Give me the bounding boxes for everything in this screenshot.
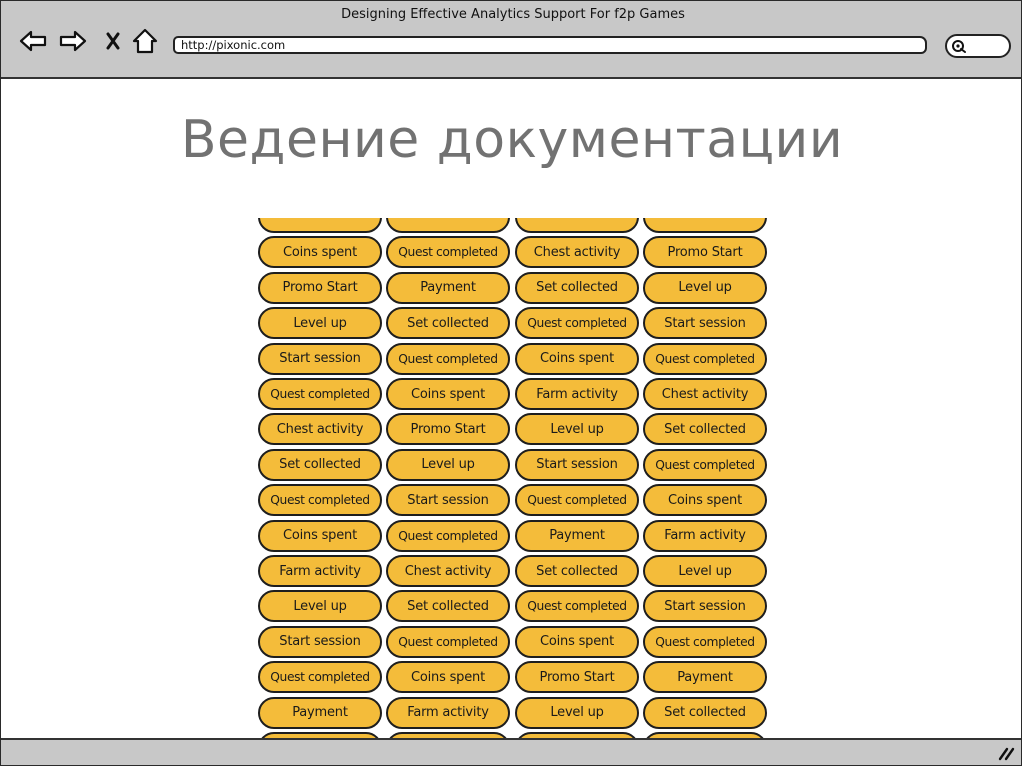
left-arrow-icon: [19, 30, 47, 52]
event-pill: Quest completed: [386, 236, 510, 269]
event-pill: Start session: [515, 448, 639, 481]
event-pill: Start session: [258, 625, 382, 658]
event-pill: Chest activity: [643, 378, 767, 410]
event-pill: Promo Start: [258, 271, 382, 304]
event-pill: Quest completed: [258, 484, 382, 517]
event-pill: Chest activity: [386, 555, 510, 587]
event-pill: Level up: [643, 555, 767, 587]
event-pill: Coins spent: [643, 484, 767, 517]
event-pill: Quest completed: [643, 625, 767, 658]
event-pill: Set collected: [386, 307, 510, 340]
event-pill: Coins spent: [258, 236, 382, 269]
browser-toolbar: Designing Effective Analytics Support Fo…: [1, 1, 1021, 79]
home-button[interactable]: [129, 26, 161, 56]
event-pill: Set collected: [515, 555, 639, 587]
home-icon: [132, 28, 158, 54]
event-pill: Quest completed: [386, 342, 510, 375]
event-pill: Set collected: [258, 448, 382, 481]
event-pill: Farm activity: [386, 696, 510, 729]
event-pill: Coins spent: [386, 661, 510, 694]
close-icon: [106, 32, 120, 50]
event-pill: Chest activity: [258, 413, 382, 446]
event-pill: Quest completed: [515, 484, 639, 517]
event-pill: [643, 218, 767, 233]
back-button[interactable]: [17, 26, 49, 56]
event-pill: Level up: [386, 448, 510, 481]
event-pill: Quest completed: [643, 342, 767, 375]
event-pill: Level up: [258, 307, 382, 340]
event-pill: Coins spent: [258, 519, 382, 552]
event-pill: Set collected: [386, 590, 510, 623]
event-pill: Farm activity: [515, 378, 639, 410]
event-pill: Payment: [515, 519, 639, 552]
event-pill: Quest completed: [515, 307, 639, 340]
event-pill: Level up: [515, 413, 639, 446]
event-pill: [515, 218, 639, 233]
event-pill: Start session: [643, 307, 767, 340]
window-title: Designing Effective Analytics Support Fo…: [341, 7, 685, 22]
event-pill: Farm activity: [643, 519, 767, 552]
forward-button[interactable]: [57, 26, 89, 56]
event-pill: Start session: [386, 484, 510, 517]
event-pill: Quest completed: [643, 448, 767, 481]
event-pill: Set collected: [643, 696, 767, 729]
event-pill: Set collected: [515, 271, 639, 304]
event-grid: Coins spent Quest completed Chest activity…: [256, 218, 772, 738]
event-pill: Quest completed: [515, 590, 639, 623]
right-arrow-icon: [59, 30, 87, 52]
event-pill: [386, 218, 510, 233]
event-pill: Payment: [643, 661, 767, 694]
search-icon: [952, 40, 966, 53]
event-pill: Start session: [643, 590, 767, 623]
resize-grip-icon[interactable]: [997, 745, 1015, 761]
event-pill: Promo Start: [515, 661, 639, 694]
event-pill: Coins spent: [515, 625, 639, 658]
event-pill: Level up: [515, 696, 639, 729]
event-pill: Chest activity: [515, 236, 639, 269]
event-pill: Start session: [258, 342, 382, 375]
event-pill: Payment: [258, 696, 382, 729]
event-pill: Level up: [643, 271, 767, 304]
event-pill: Set collected: [643, 413, 767, 446]
event-pill: Payment: [386, 271, 510, 304]
event-pill: Promo Start: [643, 236, 767, 269]
browser-status-bar: [1, 738, 1021, 765]
event-pill: Farm activity: [258, 555, 382, 587]
event-pill: Promo Start: [386, 413, 510, 446]
event-pill: Quest completed: [258, 378, 382, 410]
event-pill: Quest completed: [386, 519, 510, 552]
address-bar[interactable]: http://pixonic.com: [173, 36, 927, 54]
event-pill: Quest completed: [258, 661, 382, 694]
slide-title: Ведение документации: [180, 110, 844, 170]
stop-button[interactable]: [97, 26, 129, 56]
event-pill: Coins spent: [386, 378, 510, 410]
event-pill: [258, 218, 382, 233]
search-field[interactable]: [945, 34, 1011, 58]
event-pill: Level up: [258, 590, 382, 623]
event-pill: Coins spent: [515, 342, 639, 375]
event-pill: Quest completed: [386, 625, 510, 658]
